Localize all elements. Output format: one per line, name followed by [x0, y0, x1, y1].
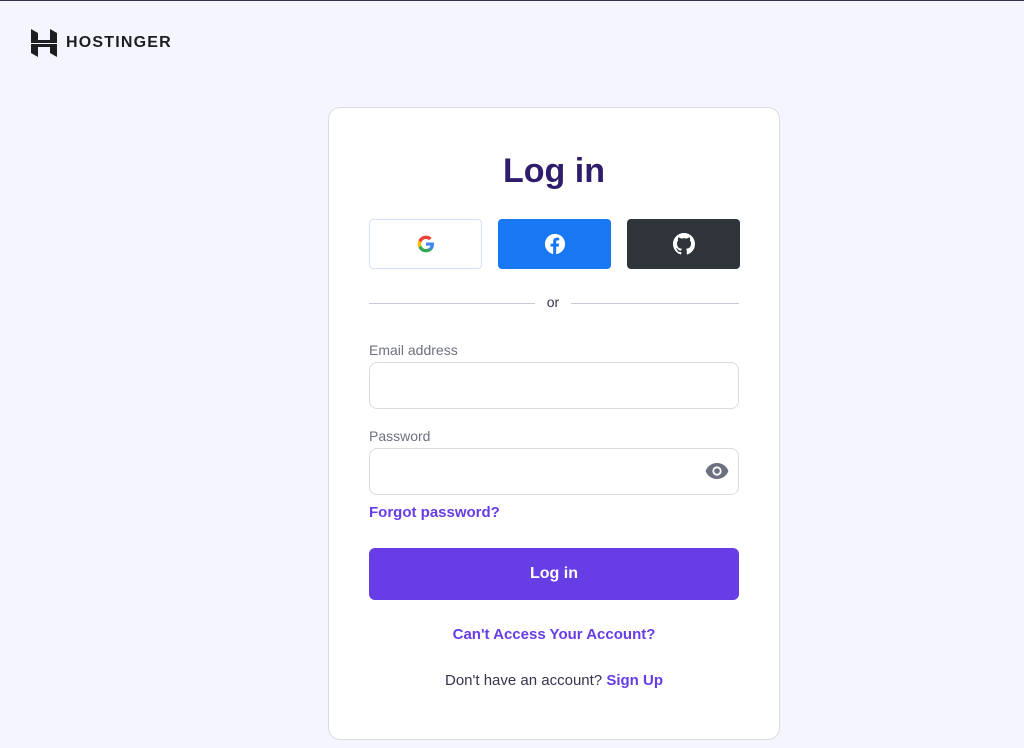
brand-logo[interactable]: HOSTINGER	[31, 29, 172, 57]
login-card	[328, 107, 780, 740]
top-border	[0, 0, 1024, 1]
divider-line-left	[369, 303, 535, 304]
eye-icon[interactable]	[705, 462, 729, 480]
password-field[interactable]	[369, 448, 739, 495]
password-label: Password	[369, 428, 431, 444]
divider-or: or	[546, 294, 560, 310]
cant-access-link[interactable]: Can't Access Your Account?	[328, 626, 780, 643]
brand-name: HOSTINGER	[66, 34, 172, 51]
github-icon	[672, 233, 695, 255]
page-title: Log in	[503, 152, 605, 190]
divider-line-right	[571, 303, 739, 304]
hostinger-logo-icon	[31, 29, 57, 57]
signup-link[interactable]: Sign Up	[606, 672, 663, 689]
google-icon	[417, 235, 434, 253]
signup-row: Don't have an account? Sign Up	[328, 672, 780, 689]
email-field[interactable]	[369, 362, 739, 409]
google-login-button[interactable]	[369, 219, 482, 269]
github-login-button[interactable]	[627, 219, 740, 269]
facebook-icon	[544, 233, 565, 255]
login-button[interactable]: Log in	[369, 548, 739, 600]
facebook-login-button[interactable]	[498, 219, 611, 269]
signup-prompt: Don't have an account?	[445, 672, 603, 689]
email-label: Email address	[369, 342, 458, 358]
forgot-password-link[interactable]: Forgot password?	[369, 504, 500, 521]
